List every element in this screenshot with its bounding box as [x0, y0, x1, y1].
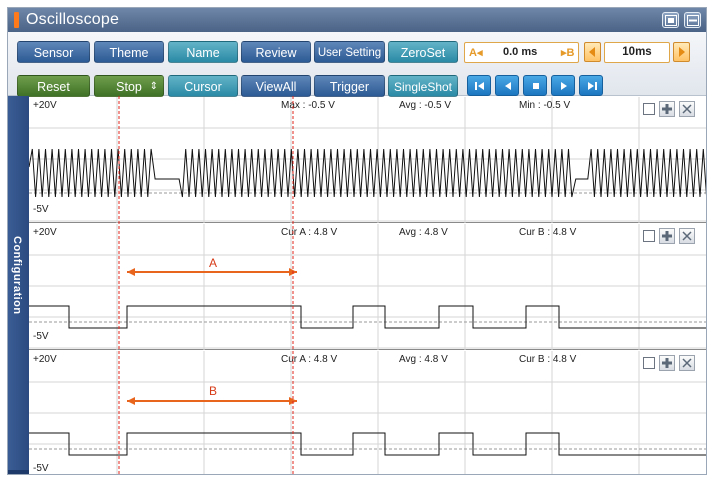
panel-3-avg: Avg : 4.8 V [399, 354, 448, 365]
panel-2-bottom-scale: -5V [33, 331, 49, 342]
panel-1-min: Min : -0.5 V [519, 100, 571, 111]
stop-select[interactable]: Stop ⇕ [94, 75, 164, 97]
time-decrease-button[interactable] [584, 42, 601, 62]
panel-3-top-scale: +20V [33, 354, 57, 365]
panel-1-avg: Avg : -0.5 V [399, 100, 452, 111]
panel-3-bottom-scale: -5V [33, 463, 49, 474]
singleshot-button[interactable]: SingleShot [388, 75, 458, 97]
play-icon[interactable] [551, 75, 575, 96]
panel-3-close-icon[interactable] [679, 355, 695, 371]
sensor-button[interactable]: Sensor [17, 41, 90, 63]
oscilloscope-window: Oscilloscope Sensor Theme Name Review Us… [7, 7, 707, 475]
user-setting-button[interactable]: User Setting [314, 41, 385, 63]
panel-1-top-scale: +20V [33, 100, 57, 111]
panel-2-add-icon[interactable] [659, 228, 675, 244]
viewall-button[interactable]: ViewAll [241, 75, 311, 97]
theme-button[interactable]: Theme [94, 41, 164, 63]
delta-time-value: 0.0 ms [503, 46, 538, 58]
configuration-sidebar[interactable]: Configuration [8, 96, 29, 474]
name-button[interactable]: Name [168, 41, 238, 63]
channel-panel-2: A +20V -5V Cur A : 4.8 V Avg : 4.8 V Cur… [29, 224, 706, 350]
stop-label: Stop [116, 80, 142, 94]
span-label-b: B [209, 384, 218, 398]
restore-icon[interactable] [662, 12, 679, 28]
panel-1-bottom-scale: -5V [33, 204, 49, 215]
panel-2-cur-a: Cur A : 4.8 V [281, 227, 338, 238]
span-label-a: A [209, 256, 218, 270]
sidebar-footer [8, 470, 29, 474]
time-div-display: 10ms [604, 42, 670, 63]
cursor-a-marker: A◂ [469, 47, 483, 59]
title-bar: Oscilloscope [8, 8, 706, 32]
cursor-button[interactable]: Cursor [168, 75, 238, 97]
app-icon [14, 12, 19, 28]
channel-panel-1: +20V -5V Max : -0.5 V Avg : -0.5 V Min :… [29, 97, 706, 223]
channel-panel-3: B +20V -5V Cur A : 4.8 V Avg : 4.8 V Cur… [29, 351, 706, 474]
panel-3-cur-a: Cur A : 4.8 V [281, 354, 338, 365]
sidebar-label: Configuration [11, 236, 23, 315]
delta-time-display: A◂ 0.0 ms ▸B [464, 42, 579, 63]
panel-1-close-icon[interactable] [679, 101, 695, 117]
panel-2-cur-b: Cur B : 4.8 V [519, 227, 577, 238]
cursor-b-marker: ▸B [561, 47, 575, 59]
panel-2-close-icon[interactable] [679, 228, 695, 244]
review-button[interactable]: Review [241, 41, 311, 63]
panel-3-add-icon[interactable] [659, 355, 675, 371]
updown-icon: ⇕ [149, 81, 158, 92]
first-icon[interactable] [467, 75, 491, 96]
reset-button[interactable]: Reset [17, 75, 90, 97]
panel-2-avg: Avg : 4.8 V [399, 227, 448, 238]
panel-1-graph [29, 97, 706, 223]
stop-icon[interactable] [523, 75, 547, 96]
panel-3-graph [29, 351, 706, 474]
prev-icon[interactable] [495, 75, 519, 96]
time-increase-button[interactable] [673, 42, 690, 62]
last-icon[interactable] [579, 75, 603, 96]
trigger-button[interactable]: Trigger [314, 75, 385, 97]
window-title: Oscilloscope [26, 11, 120, 28]
minimize-icon[interactable] [684, 12, 701, 28]
panel-2-graph [29, 224, 706, 350]
panel-3-checkbox[interactable] [643, 357, 655, 369]
panel-1-add-icon[interactable] [659, 101, 675, 117]
panel-1-max: Max : -0.5 V [281, 100, 335, 111]
panel-2-checkbox[interactable] [643, 230, 655, 242]
panel-1-checkbox[interactable] [643, 103, 655, 115]
panel-2-top-scale: +20V [33, 227, 57, 238]
toolbar: Sensor Theme Name Review User Setting Ze… [8, 32, 706, 97]
zeroset-button[interactable]: ZeroSet [388, 41, 458, 63]
panel-3-cur-b: Cur B : 4.8 V [519, 354, 577, 365]
span-arrow-b [127, 397, 297, 405]
